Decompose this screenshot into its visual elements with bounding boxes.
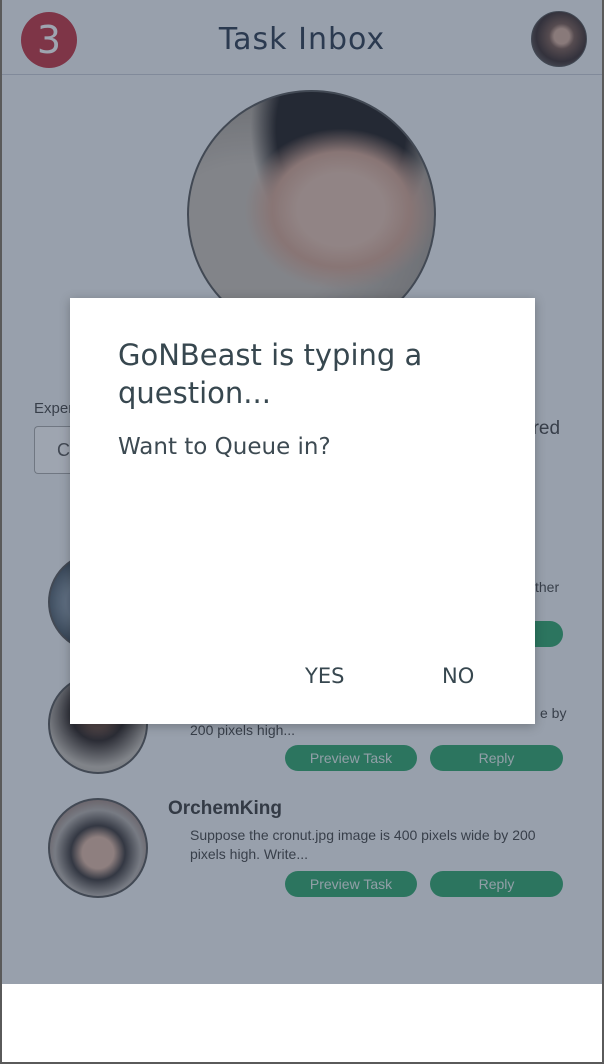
queue-dialog: GoNBeast is typing a question... Want to… [70,298,535,724]
bottom-blank-area [2,984,602,1062]
app-frame: 3 Task Inbox Exper C ered ther e by 200 … [0,0,604,1064]
yes-button[interactable]: YES [305,664,344,688]
dialog-message: Want to Queue in? [118,434,331,460]
dialog-title: GoNBeast is typing a question... [118,338,423,410]
no-button[interactable]: NO [442,664,474,688]
